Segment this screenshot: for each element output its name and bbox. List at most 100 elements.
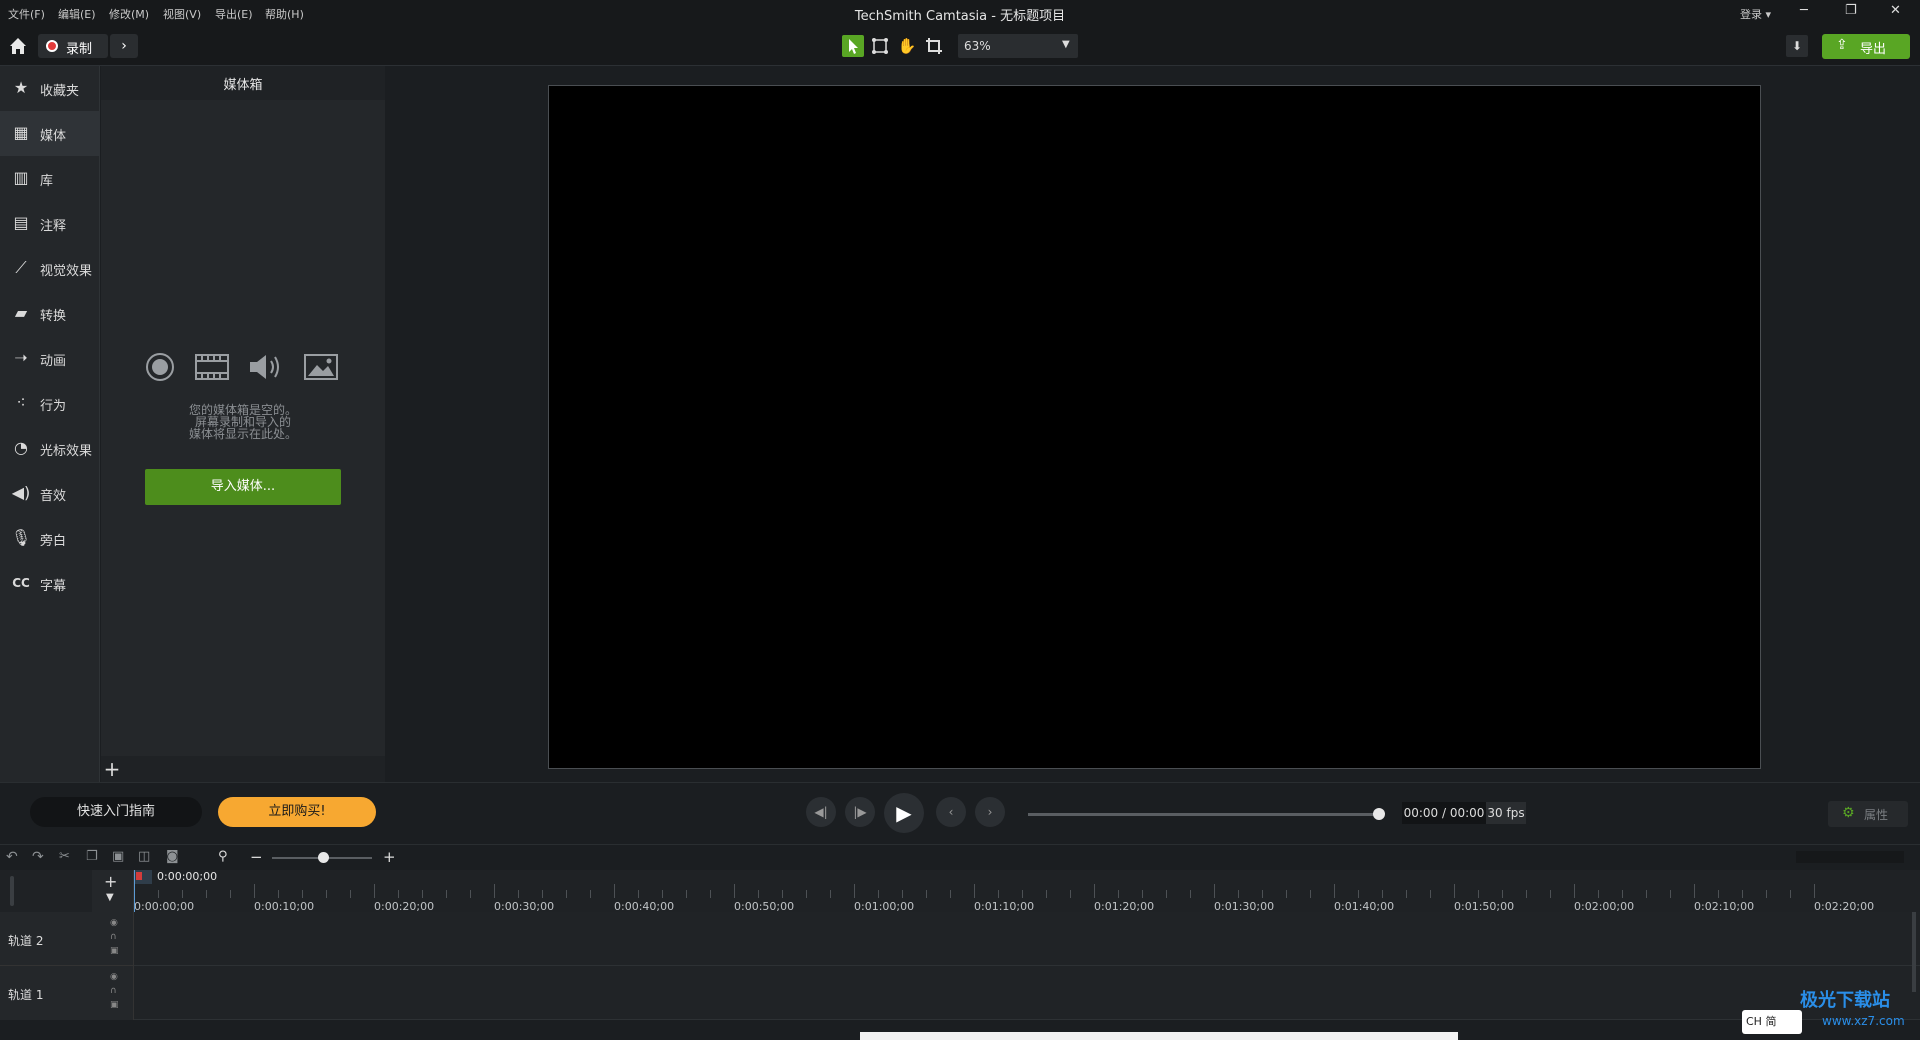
nav-item-cursor[interactable]: ◔ 光标效果 [0, 426, 100, 471]
ruler-tick [1550, 890, 1551, 898]
ruler-tick [590, 890, 591, 898]
ruler-tick [1766, 890, 1767, 898]
vertical-scrollbar[interactable] [1912, 912, 1916, 992]
nav-item-star[interactable]: ★ 收藏夹 [0, 66, 100, 111]
nav-item-library[interactable]: ▥ 库 [0, 156, 100, 201]
ruler-tick [974, 884, 975, 898]
scrubber-handle[interactable] [1373, 808, 1385, 820]
step-forward-icon[interactable]: |▶ [845, 797, 875, 827]
play-icon[interactable]: ▶ [884, 793, 924, 833]
scrubber-track[interactable] [1028, 813, 1382, 816]
add-icon[interactable]: + [101, 758, 123, 780]
import-media-button[interactable]: 导入媒体... [145, 469, 341, 505]
magnet-icon[interactable]: ∩ [110, 986, 117, 996]
transform-tool-icon[interactable] [869, 35, 891, 57]
pan-tool-icon[interactable]: ✋ [896, 35, 918, 57]
lock-icon[interactable]: ▣ [110, 1000, 119, 1010]
transition-icon: ▰ [14, 303, 28, 322]
track-2-header[interactable]: 轨道 2 ◉ ∩ ▣ [0, 912, 134, 966]
nav-item-animation[interactable]: ➝ 动画 [0, 336, 100, 381]
undo-icon[interactable]: ↶ [6, 849, 18, 865]
record-button[interactable]: 录制 [38, 34, 108, 58]
nav-item-microphone[interactable]: 🎙 旁白 [0, 516, 100, 561]
media-bin-header: 媒体箱 [101, 66, 385, 100]
nav-item-transition[interactable]: ▰ 转换 [0, 291, 100, 336]
close-icon[interactable]: ✕ [1890, 3, 1901, 18]
playhead-marker[interactable] [134, 870, 152, 884]
nav-item-annotation[interactable]: ▤ 注释 [0, 201, 100, 246]
ruler-tick [734, 884, 735, 898]
split-icon[interactable]: ◫ [138, 849, 150, 864]
lock-icon[interactable]: ▣ [110, 946, 119, 956]
track-2-label: 轨道 2 [8, 934, 44, 948]
snapshot-icon[interactable]: ◙ [166, 849, 179, 864]
nav-item-film[interactable]: ▦ 媒体 [0, 111, 100, 156]
crop-tool-icon[interactable] [923, 35, 945, 57]
copy-icon[interactable]: ❐ [86, 849, 98, 864]
record-menu-chevron-icon[interactable]: › [110, 34, 138, 58]
download-icon[interactable]: ⬇ [1786, 35, 1808, 57]
collapse-tracks-chevron-icon[interactable]: ▼ [106, 892, 114, 903]
ruler-tick [638, 890, 639, 898]
previous-marker-icon[interactable]: ‹ [936, 797, 966, 827]
cut-icon[interactable]: ✂ [59, 849, 70, 864]
timeline-toolbar: ↶ ↷ ✂ ❐ ▣ ◫ ◙ ⚲ − + [0, 844, 1920, 870]
magnet-icon[interactable]: ∩ [110, 932, 117, 942]
ruler-tick [1742, 890, 1743, 898]
nav-item-label: 库 [40, 174, 54, 189]
track-height-slider[interactable] [10, 876, 14, 906]
nav-item-label: 媒体 [40, 129, 67, 144]
quick-start-guide-button[interactable]: 快速入门指南 [30, 797, 202, 827]
nav-item-label: 光标效果 [40, 444, 93, 459]
visibility-icon[interactable]: ◉ [110, 972, 118, 982]
video-media-icon [194, 352, 230, 382]
zoom-search-icon[interactable]: ⚲ [218, 849, 228, 864]
properties-button[interactable]: ⚙ 属性 [1828, 801, 1908, 827]
add-track-icon[interactable]: + [104, 872, 117, 891]
nav-item-label: 收藏夹 [40, 84, 80, 99]
select-tool-icon[interactable] [842, 35, 864, 57]
buy-now-button[interactable]: 立即购买! [218, 797, 376, 827]
minimize-icon[interactable]: ─ [1800, 3, 1808, 18]
export-button[interactable]: ⇪ 导出 [1822, 34, 1910, 59]
playhead-time: 0:00:00;00 [157, 870, 218, 883]
restore-icon[interactable]: ❐ [1845, 3, 1857, 18]
ruler-tick [854, 884, 855, 898]
zoom-out-icon[interactable]: − [250, 848, 263, 866]
preview-canvas[interactable] [548, 85, 1761, 769]
home-icon[interactable] [7, 35, 29, 57]
horizontal-scrollbar[interactable] [134, 1030, 1920, 1040]
track-1-header[interactable]: 轨道 1 ◉ ∩ ▣ [0, 966, 134, 1020]
track-2-lane[interactable] [134, 912, 1920, 966]
nav-item-cc[interactable]: CC 字幕 [0, 561, 100, 606]
ruler-tick [1238, 890, 1239, 898]
ruler-tick [1382, 890, 1383, 898]
zoom-in-icon[interactable]: + [383, 848, 396, 866]
step-back-icon[interactable]: ◀| [806, 797, 836, 827]
next-marker-icon[interactable]: › [975, 797, 1005, 827]
scrollbar-thumb[interactable] [860, 1032, 1458, 1040]
ruler-tick [1046, 890, 1047, 898]
zoom-select[interactable]: 63% ▼ [958, 34, 1078, 58]
nav-item-audio[interactable]: ◀) 音效 [0, 471, 100, 516]
timeline-ruler[interactable]: 0:00:00;00 0:00:10;00 0:00:20;00 0:00:30;00… [134, 870, 1920, 913]
ruler-tick [950, 890, 951, 898]
ruler-tick [758, 890, 759, 898]
redo-icon[interactable]: ↷ [32, 849, 44, 865]
nav-item-behavior[interactable]: ⁖ 行为 [0, 381, 100, 426]
ruler-tick [1526, 890, 1527, 898]
image-media-icon [303, 352, 339, 382]
track-1-lane[interactable] [134, 966, 1920, 1020]
ruler-tick [710, 890, 711, 898]
login-button[interactable]: 登录 ▾ [1740, 6, 1771, 22]
ruler-tick [1022, 890, 1023, 898]
zoom-slider-handle[interactable] [318, 852, 329, 863]
ruler-tick [1406, 890, 1407, 898]
wand-icon: ⟋ [15, 258, 27, 277]
cursor-icon: ◔ [14, 438, 28, 457]
visibility-icon[interactable]: ◉ [110, 918, 118, 928]
paste-icon[interactable]: ▣ [112, 849, 124, 864]
ruler-tick [566, 890, 567, 898]
watermark-url: www.xz7.com [1822, 1014, 1905, 1028]
nav-item-wand[interactable]: ⟋ 视觉效果 [0, 246, 100, 291]
